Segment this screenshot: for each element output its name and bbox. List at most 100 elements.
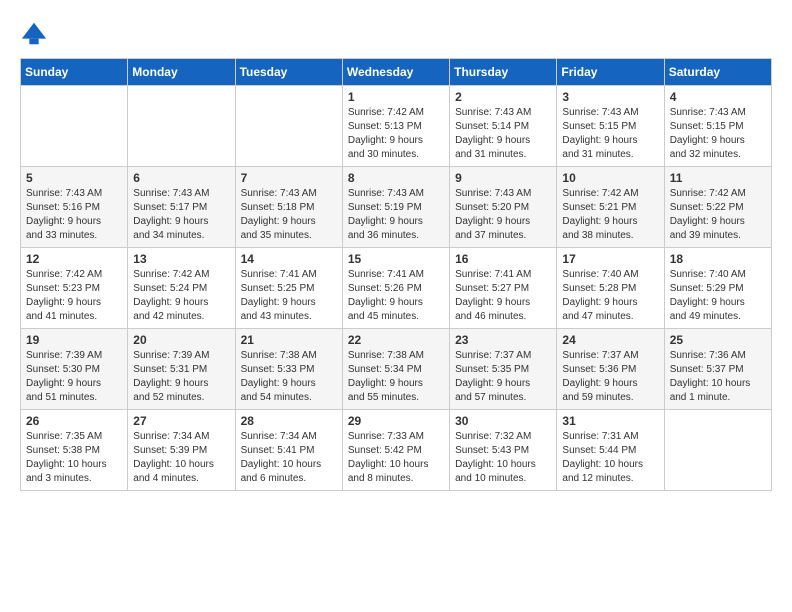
calendar-cell: 28Sunrise: 7:34 AM Sunset: 5:41 PM Dayli… [235,410,342,491]
calendar-cell: 16 Sunrise: 7:41 AM Sunset: 5:27 PM Dayli… [450,248,557,329]
day-number: 31 [562,414,658,428]
day-info: Sunrise: 7:43 AM Sunset: 5:20 PM Dayligh… [455,187,551,243]
day-number: 27 [133,414,229,428]
day-info: Sunrise: 7:31 AM Sunset: 5:44 PM Dayligh… [562,430,658,486]
page-header [20,20,772,48]
day-number: 16 [455,252,551,266]
calendar-cell: 21 Sunrise: 7:38 AM Sunset: 5:33 PM Dayli… [235,329,342,410]
day-number: 22 [348,333,444,347]
day-info: Sunrise: 7:39 AM Sunset: 5:31 PM Dayligh… [133,349,229,405]
calendar-cell: 5Sunrise: 7:43 AM Sunset: 5:16 PM Daylig… [21,167,128,248]
day-number: 25 [670,333,766,347]
day-number: 11 [670,171,766,185]
calendar-cell: 22 Sunrise: 7:38 AM Sunset: 5:34 PM Dayli… [342,329,449,410]
day-info: Sunrise: 7:43 AM Sunset: 5:19 PM Dayligh… [348,187,444,243]
day-info: Sunrise: 7:42 AM Sunset: 5:23 PM Dayligh… [26,268,122,324]
calendar-table: SundayMondayTuesdayWednesdayThursdayFrid… [20,58,772,491]
calendar-cell: 9 Sunrise: 7:43 AM Sunset: 5:20 PM Daylig… [450,167,557,248]
day-info: Sunrise: 7:34 AM Sunset: 5:39 PM Dayligh… [133,430,229,486]
day-number: 29 [348,414,444,428]
day-number: 13 [133,252,229,266]
day-number: 3 [562,90,658,104]
calendar-cell: 18 Sunrise: 7:40 AM Sunset: 5:29 PM Dayli… [664,248,771,329]
calendar-cell: 2 Sunrise: 7:43 AM Sunset: 5:14 PM Daylig… [450,86,557,167]
day-info: Sunrise: 7:43 AM Sunset: 5:17 PM Dayligh… [133,187,229,243]
logo-icon [20,20,48,48]
calendar-cell: 23Sunrise: 7:37 AM Sunset: 5:35 PM Dayli… [450,329,557,410]
day-number: 4 [670,90,766,104]
day-number: 9 [455,171,551,185]
day-number: 6 [133,171,229,185]
calendar-cell: 3 Sunrise: 7:43 AM Sunset: 5:15 PM Daylig… [557,86,664,167]
day-number: 24 [562,333,658,347]
weekday-header: Friday [557,59,664,86]
day-info: Sunrise: 7:43 AM Sunset: 5:15 PM Dayligh… [670,106,766,162]
calendar-cell: 10 Sunrise: 7:42 AM Sunset: 5:21 PM Dayli… [557,167,664,248]
day-number: 5 [26,171,122,185]
calendar-week-row: 5Sunrise: 7:43 AM Sunset: 5:16 PM Daylig… [21,167,772,248]
calendar-week-row: 19Sunrise: 7:39 AM Sunset: 5:30 PM Dayli… [21,329,772,410]
day-info: Sunrise: 7:42 AM Sunset: 5:24 PM Dayligh… [133,268,229,324]
calendar-week-row: 1Sunrise: 7:42 AM Sunset: 5:13 PM Daylig… [21,86,772,167]
day-info: Sunrise: 7:43 AM Sunset: 5:14 PM Dayligh… [455,106,551,162]
calendar-cell: 17 Sunrise: 7:40 AM Sunset: 5:28 PM Dayli… [557,248,664,329]
day-info: Sunrise: 7:41 AM Sunset: 5:26 PM Dayligh… [348,268,444,324]
day-number: 17 [562,252,658,266]
day-number: 12 [26,252,122,266]
calendar-body: 1Sunrise: 7:42 AM Sunset: 5:13 PM Daylig… [21,86,772,491]
calendar-cell: 24 Sunrise: 7:37 AM Sunset: 5:36 PM Dayli… [557,329,664,410]
day-number: 7 [241,171,337,185]
day-number: 15 [348,252,444,266]
day-number: 18 [670,252,766,266]
day-number: 28 [241,414,337,428]
calendar-cell: 13 Sunrise: 7:42 AM Sunset: 5:24 PM Dayli… [128,248,235,329]
calendar-cell: 29 Sunrise: 7:33 AM Sunset: 5:42 PM Dayli… [342,410,449,491]
calendar-cell: 1Sunrise: 7:42 AM Sunset: 5:13 PM Daylig… [342,86,449,167]
day-info: Sunrise: 7:35 AM Sunset: 5:38 PM Dayligh… [26,430,122,486]
day-number: 20 [133,333,229,347]
day-info: Sunrise: 7:36 AM Sunset: 5:37 PM Dayligh… [670,349,766,405]
day-info: Sunrise: 7:38 AM Sunset: 5:33 PM Dayligh… [241,349,337,405]
day-info: Sunrise: 7:41 AM Sunset: 5:27 PM Dayligh… [455,268,551,324]
day-info: Sunrise: 7:40 AM Sunset: 5:29 PM Dayligh… [670,268,766,324]
logo [20,20,52,48]
day-info: Sunrise: 7:33 AM Sunset: 5:42 PM Dayligh… [348,430,444,486]
calendar-cell: 30 Sunrise: 7:32 AM Sunset: 5:43 PM Dayli… [450,410,557,491]
calendar-cell [21,86,128,167]
calendar-cell: 25 Sunrise: 7:36 AM Sunset: 5:37 PM Dayli… [664,329,771,410]
day-number: 21 [241,333,337,347]
header-row: SundayMondayTuesdayWednesdayThursdayFrid… [21,59,772,86]
day-info: Sunrise: 7:42 AM Sunset: 5:22 PM Dayligh… [670,187,766,243]
day-number: 30 [455,414,551,428]
calendar-cell [664,410,771,491]
calendar-cell: 8 Sunrise: 7:43 AM Sunset: 5:19 PM Daylig… [342,167,449,248]
day-info: Sunrise: 7:32 AM Sunset: 5:43 PM Dayligh… [455,430,551,486]
calendar-cell: 20 Sunrise: 7:39 AM Sunset: 5:31 PM Dayli… [128,329,235,410]
day-number: 8 [348,171,444,185]
calendar-cell: 26 Sunrise: 7:35 AM Sunset: 5:38 PM Dayli… [21,410,128,491]
day-info: Sunrise: 7:39 AM Sunset: 5:30 PM Dayligh… [26,349,122,405]
day-info: Sunrise: 7:37 AM Sunset: 5:36 PM Dayligh… [562,349,658,405]
calendar-cell: 4 Sunrise: 7:43 AM Sunset: 5:15 PM Daylig… [664,86,771,167]
day-info: Sunrise: 7:42 AM Sunset: 5:13 PM Dayligh… [348,106,444,162]
day-number: 26 [26,414,122,428]
day-info: Sunrise: 7:37 AM Sunset: 5:35 PM Dayligh… [455,349,551,405]
calendar-cell [235,86,342,167]
calendar-cell: 12 Sunrise: 7:42 AM Sunset: 5:23 PM Dayli… [21,248,128,329]
calendar-week-row: 26 Sunrise: 7:35 AM Sunset: 5:38 PM Dayli… [21,410,772,491]
weekday-header: Monday [128,59,235,86]
calendar-cell: 6 Sunrise: 7:43 AM Sunset: 5:17 PM Daylig… [128,167,235,248]
weekday-header: Tuesday [235,59,342,86]
day-info: Sunrise: 7:43 AM Sunset: 5:15 PM Dayligh… [562,106,658,162]
day-info: Sunrise: 7:43 AM Sunset: 5:18 PM Dayligh… [241,187,337,243]
day-number: 10 [562,171,658,185]
weekday-header: Sunday [21,59,128,86]
calendar-cell: 15 Sunrise: 7:41 AM Sunset: 5:26 PM Dayli… [342,248,449,329]
day-number: 14 [241,252,337,266]
day-info: Sunrise: 7:38 AM Sunset: 5:34 PM Dayligh… [348,349,444,405]
calendar-cell: 7 Sunrise: 7:43 AM Sunset: 5:18 PM Daylig… [235,167,342,248]
day-number: 2 [455,90,551,104]
day-info: Sunrise: 7:42 AM Sunset: 5:21 PM Dayligh… [562,187,658,243]
day-info: Sunrise: 7:40 AM Sunset: 5:28 PM Dayligh… [562,268,658,324]
weekday-header: Wednesday [342,59,449,86]
